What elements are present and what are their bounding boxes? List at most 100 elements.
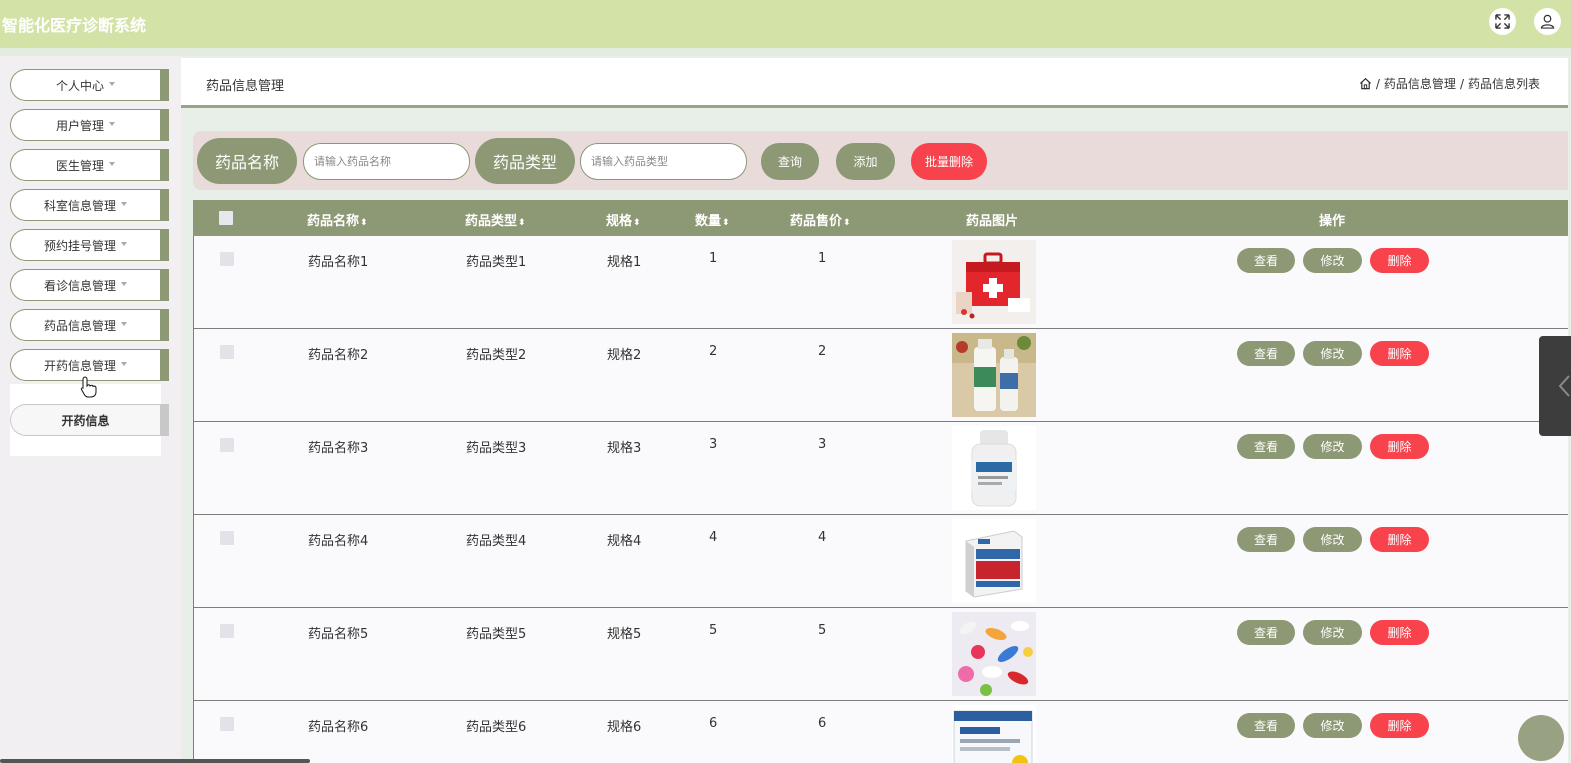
sort-icon: ⬍ (722, 218, 730, 228)
sidebar-item-label: 用户管理 (55, 118, 104, 133)
edit-button[interactable]: 修改 (1303, 341, 1362, 366)
cell-spec: 规格5 (607, 627, 642, 642)
pills-image (952, 612, 1036, 696)
view-button[interactable]: 查看 (1237, 248, 1295, 273)
horizontal-scrollbar[interactable] (0, 759, 310, 763)
type-label: 药品类型 (475, 138, 575, 184)
cell-name: 药品名称3 (308, 441, 369, 456)
cell-spec: 规格6 (607, 720, 642, 735)
row-checkbox[interactable] (220, 717, 234, 731)
page-title: 药品信息管理 (206, 79, 285, 94)
cell-type: 药品类型6 (466, 720, 527, 735)
search-bar: 药品名称 药品类型 查询 添加 批量删除 (193, 131, 1568, 190)
delete-button[interactable]: 删除 (1370, 527, 1429, 552)
first-aid-kit-image (952, 240, 1036, 324)
sidebar-item-consultations[interactable]: 看诊信息管理 (10, 269, 169, 301)
edit-button[interactable]: 修改 (1303, 527, 1362, 552)
cell-type: 药品类型3 (466, 441, 527, 456)
cell-type: 药品类型4 (466, 534, 527, 549)
medicine-bottles-image (952, 333, 1036, 417)
sidebar-item-label: 科室信息管理 (43, 198, 116, 213)
view-button[interactable]: 查看 (1237, 341, 1295, 366)
table-row: 药品名称5 药品类型5 规格5 5 5 查看 修改 删除 (193, 608, 1568, 701)
medicine-package-image (952, 705, 1036, 763)
sidebar-item-appointments[interactable]: 预约挂号管理 (10, 229, 169, 261)
cell-name: 药品名称6 (308, 720, 369, 735)
cell-type: 药品类型5 (466, 627, 527, 642)
breadcrumb-item-current: 药品信息列表 (1467, 77, 1540, 91)
home-icon[interactable] (1359, 77, 1372, 90)
cell-spec: 规格1 (607, 255, 642, 270)
column-header-price[interactable]: 药品售价⬍ (790, 210, 851, 229)
select-all-checkbox[interactable] (219, 211, 233, 225)
edit-button[interactable]: 修改 (1303, 620, 1362, 645)
sidebar-item-label: 药品信息管理 (43, 318, 116, 333)
breadcrumb-item[interactable]: 药品信息管理 (1384, 75, 1456, 92)
cell-qty: 3 (709, 437, 718, 452)
row-checkbox[interactable] (220, 624, 234, 638)
hand-cursor-icon (80, 376, 97, 398)
fullscreen-button[interactable] (1489, 8, 1516, 35)
table-row: 药品名称2 药品类型2 规格2 2 2 查看 修改 删除 (193, 329, 1568, 422)
sort-icon: ⬍ (360, 218, 368, 228)
medicine-type-input[interactable] (580, 143, 747, 180)
cell-price: 4 (818, 530, 827, 545)
sidebar-item-personal-center[interactable]: 个人中心 (10, 69, 169, 101)
side-drawer-toggle[interactable] (1539, 336, 1571, 436)
submenu-item-prescription-info[interactable]: 开药信息 (10, 404, 169, 436)
sidebar-item-users[interactable]: 用户管理 (10, 109, 169, 141)
column-header-type[interactable]: 药品类型⬍ (465, 210, 526, 229)
floating-action-button[interactable] (1518, 715, 1564, 761)
row-checkbox[interactable] (220, 531, 234, 545)
view-button[interactable]: 查看 (1237, 620, 1295, 645)
cell-price: 5 (818, 623, 827, 638)
delete-button[interactable]: 删除 (1370, 620, 1429, 645)
column-header-spec[interactable]: 规格⬍ (606, 210, 641, 229)
row-checkbox[interactable] (220, 345, 234, 359)
edit-button[interactable]: 修改 (1303, 434, 1362, 459)
user-icon (1540, 14, 1555, 29)
add-button[interactable]: 添加 (836, 143, 895, 180)
delete-button[interactable]: 删除 (1370, 248, 1429, 273)
caret-down-icon (109, 82, 115, 86)
view-button[interactable]: 查看 (1237, 713, 1295, 738)
sidebar-item-departments[interactable]: 科室信息管理 (10, 189, 169, 221)
edit-button[interactable]: 修改 (1303, 248, 1362, 273)
cell-price: 1 (818, 251, 827, 266)
cell-spec: 规格3 (607, 441, 642, 456)
edit-button[interactable]: 修改 (1303, 713, 1362, 738)
cell-name: 药品名称4 (308, 534, 369, 549)
column-header-qty[interactable]: 数量⬍ (695, 210, 730, 229)
batch-delete-button[interactable]: 批量删除 (911, 143, 987, 180)
row-checkbox[interactable] (220, 252, 234, 266)
sort-icon: ⬍ (518, 218, 526, 228)
cell-type: 药品类型1 (466, 255, 527, 270)
cell-qty: 6 (709, 716, 718, 731)
cell-qty: 2 (709, 344, 718, 359)
cell-type: 药品类型2 (466, 348, 527, 363)
view-button[interactable]: 查看 (1237, 527, 1295, 552)
sort-icon: ⬍ (633, 218, 641, 228)
sidebar-item-doctors[interactable]: 医生管理 (10, 149, 169, 181)
row-checkbox[interactable] (220, 438, 234, 452)
name-label: 药品名称 (197, 138, 297, 184)
cell-price: 6 (818, 716, 827, 731)
delete-button[interactable]: 删除 (1370, 713, 1429, 738)
sidebar-item-medicines[interactable]: 药品信息管理 (10, 309, 169, 341)
sidebar-item-label: 看诊信息管理 (43, 278, 116, 293)
caret-down-icon (109, 162, 115, 166)
medicine-name-input[interactable] (303, 143, 470, 180)
caret-down-icon (121, 242, 127, 246)
sidebar-item-label: 开药信息管理 (43, 358, 116, 373)
submenu-item-label: 开药信息 (61, 413, 110, 428)
caret-down-icon (121, 322, 127, 326)
header-divider (0, 48, 1571, 56)
chevron-left-icon (1558, 375, 1570, 397)
query-button[interactable]: 查询 (761, 143, 819, 180)
view-button[interactable]: 查看 (1237, 434, 1295, 459)
column-header-name[interactable]: 药品名称⬍ (307, 210, 368, 229)
user-button[interactable] (1534, 8, 1561, 35)
table-row: 药品名称4 药品类型4 规格4 4 4 查看 修改 删除 (193, 515, 1568, 608)
delete-button[interactable]: 删除 (1370, 434, 1429, 459)
delete-button[interactable]: 删除 (1370, 341, 1429, 366)
